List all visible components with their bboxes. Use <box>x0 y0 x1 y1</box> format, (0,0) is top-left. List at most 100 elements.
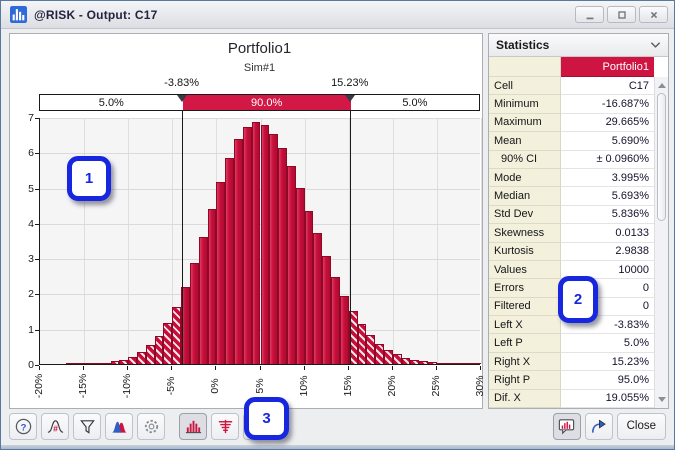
tornado-icon <box>216 417 235 436</box>
bottom-toolbar: ?# % Close <box>1 407 674 445</box>
statistic-value: 5.693% <box>561 187 654 205</box>
statistic-label: Right X <box>489 353 561 371</box>
y-axis-tick-label: 1 <box>16 324 34 336</box>
statistics-dropdown[interactable]: Statistics <box>489 34 668 57</box>
statistic-value: 5.690% <box>561 132 654 150</box>
histogram-bar <box>119 360 128 364</box>
statistic-value: C17 <box>561 77 654 95</box>
histogram-bar <box>375 344 384 364</box>
statistics-row: Mean5.690% <box>489 132 654 150</box>
filter-button[interactable] <box>73 413 101 440</box>
y-axis-tick-label: 2 <box>16 288 34 300</box>
statistics-row: Maximum29.665% <box>489 114 654 132</box>
statistics-row: Right X15.23% <box>489 353 654 371</box>
left-delimiter-line[interactable] <box>182 111 183 365</box>
close-button[interactable]: Close <box>617 413 666 440</box>
overlay-button[interactable] <box>105 413 133 440</box>
statistic-value: -16.687% <box>561 95 654 113</box>
right-delimiter-value: 15.23% <box>331 77 368 89</box>
statistic-label: Skewness <box>489 224 561 242</box>
svg-text:#: # <box>53 423 58 433</box>
histogram-button[interactable] <box>179 413 207 440</box>
y-axis-tick-mark <box>35 259 39 260</box>
y-axis-tick-label: 6 <box>16 147 34 159</box>
y-axis-tick-mark <box>35 330 39 331</box>
histogram-bar <box>190 263 199 364</box>
histogram-bar <box>296 188 305 364</box>
minimize-icon <box>584 9 596 21</box>
histogram-bar <box>102 363 111 364</box>
histogram-bar <box>322 256 331 364</box>
scroll-down-icon[interactable] <box>658 397 666 402</box>
statistic-label: Median <box>489 187 561 205</box>
left-delimiter-value: -3.83% <box>164 77 199 89</box>
statistics-scrollbar[interactable] <box>654 77 668 408</box>
histogram-bar <box>243 127 252 364</box>
x-axis-tick-label: 30% <box>473 366 487 406</box>
close-window-button[interactable] <box>639 6 668 23</box>
statistic-value: 5.0% <box>561 334 654 352</box>
statistic-value: 5.836% <box>561 206 654 224</box>
histogram-bar <box>137 352 146 364</box>
histogram-bar <box>163 323 172 364</box>
statistics-column-header-row: Portfolio1 <box>489 57 654 77</box>
y-axis-tick-mark <box>35 294 39 295</box>
gridline-vertical <box>481 118 482 364</box>
edit-callout-button[interactable] <box>585 413 613 440</box>
risk-output-window: @RISK - Output: C17 Portfolio1 Sim#1 -3.… <box>0 0 675 450</box>
right-delimiter-line[interactable] <box>350 111 351 365</box>
statistic-value: 95.0% <box>561 371 654 389</box>
y-axis-tick-mark <box>35 224 39 225</box>
help-button[interactable]: ? <box>9 413 37 440</box>
statistics-row: Skewness0.0133 <box>489 224 654 242</box>
statistic-label: Left X <box>489 316 561 334</box>
define-distribution-button[interactable]: # <box>41 413 69 440</box>
gridline-vertical <box>84 118 85 364</box>
histogram-bar <box>128 357 137 364</box>
svg-text:?: ? <box>20 422 26 433</box>
statistic-label: Filtered <box>489 298 561 316</box>
statistic-value: 29.665% <box>561 114 654 132</box>
chart-subtitle: Sim#1 <box>39 62 480 74</box>
callout-chart-button[interactable] <box>553 413 581 440</box>
histogram-bar <box>446 363 455 364</box>
statistic-value: 0.0133 <box>561 224 654 242</box>
filter-icon <box>78 417 97 436</box>
statistics-table: Portfolio1 CellC17Minimum-16.687%Maximum… <box>489 57 654 408</box>
x-axis-tick-label: 20% <box>385 366 399 406</box>
statistic-label: Mean <box>489 132 561 150</box>
callout-1: 1 <box>67 156 111 201</box>
gridline-horizontal <box>40 118 480 119</box>
statistics-row: Median5.693% <box>489 187 654 205</box>
x-axis-tick-label: 25% <box>429 366 443 406</box>
scroll-up-icon[interactable] <box>658 83 666 88</box>
x-axis-tick-label: -10% <box>120 366 134 406</box>
histogram-bar <box>340 296 349 364</box>
settings-button[interactable] <box>137 413 165 440</box>
histogram-bar <box>261 125 270 364</box>
histogram-bar <box>252 122 261 364</box>
chart-title: Portfolio1 <box>39 40 480 57</box>
minimize-button[interactable] <box>575 6 604 23</box>
band-mid-percent: 90.0% <box>183 95 351 110</box>
edit-callout-icon <box>589 417 608 436</box>
statistic-value: ± 0.0960% <box>561 151 654 169</box>
statistic-label: 90% CI <box>489 151 561 169</box>
window-title: @RISK - Output: C17 <box>34 8 158 22</box>
maximize-button[interactable] <box>607 6 636 23</box>
chevron-down-icon <box>650 41 661 49</box>
statistics-row: Left P5.0% <box>489 334 654 352</box>
histogram-bar <box>208 209 217 364</box>
left-delimiter-handle[interactable] <box>177 95 187 102</box>
scrollbar-thumb[interactable] <box>657 93 666 221</box>
right-delimiter-handle[interactable] <box>345 95 355 102</box>
close-icon <box>648 9 660 21</box>
histogram-bar <box>455 363 464 364</box>
x-axis-tick-label: -5% <box>164 366 178 406</box>
histogram-bar <box>358 324 367 364</box>
y-axis-tick-label: 3 <box>16 253 34 265</box>
tornado-button[interactable] <box>211 413 239 440</box>
histogram-bar <box>216 182 225 364</box>
y-axis-tick-label: 7 <box>16 112 34 124</box>
help-icon: ? <box>14 417 33 436</box>
